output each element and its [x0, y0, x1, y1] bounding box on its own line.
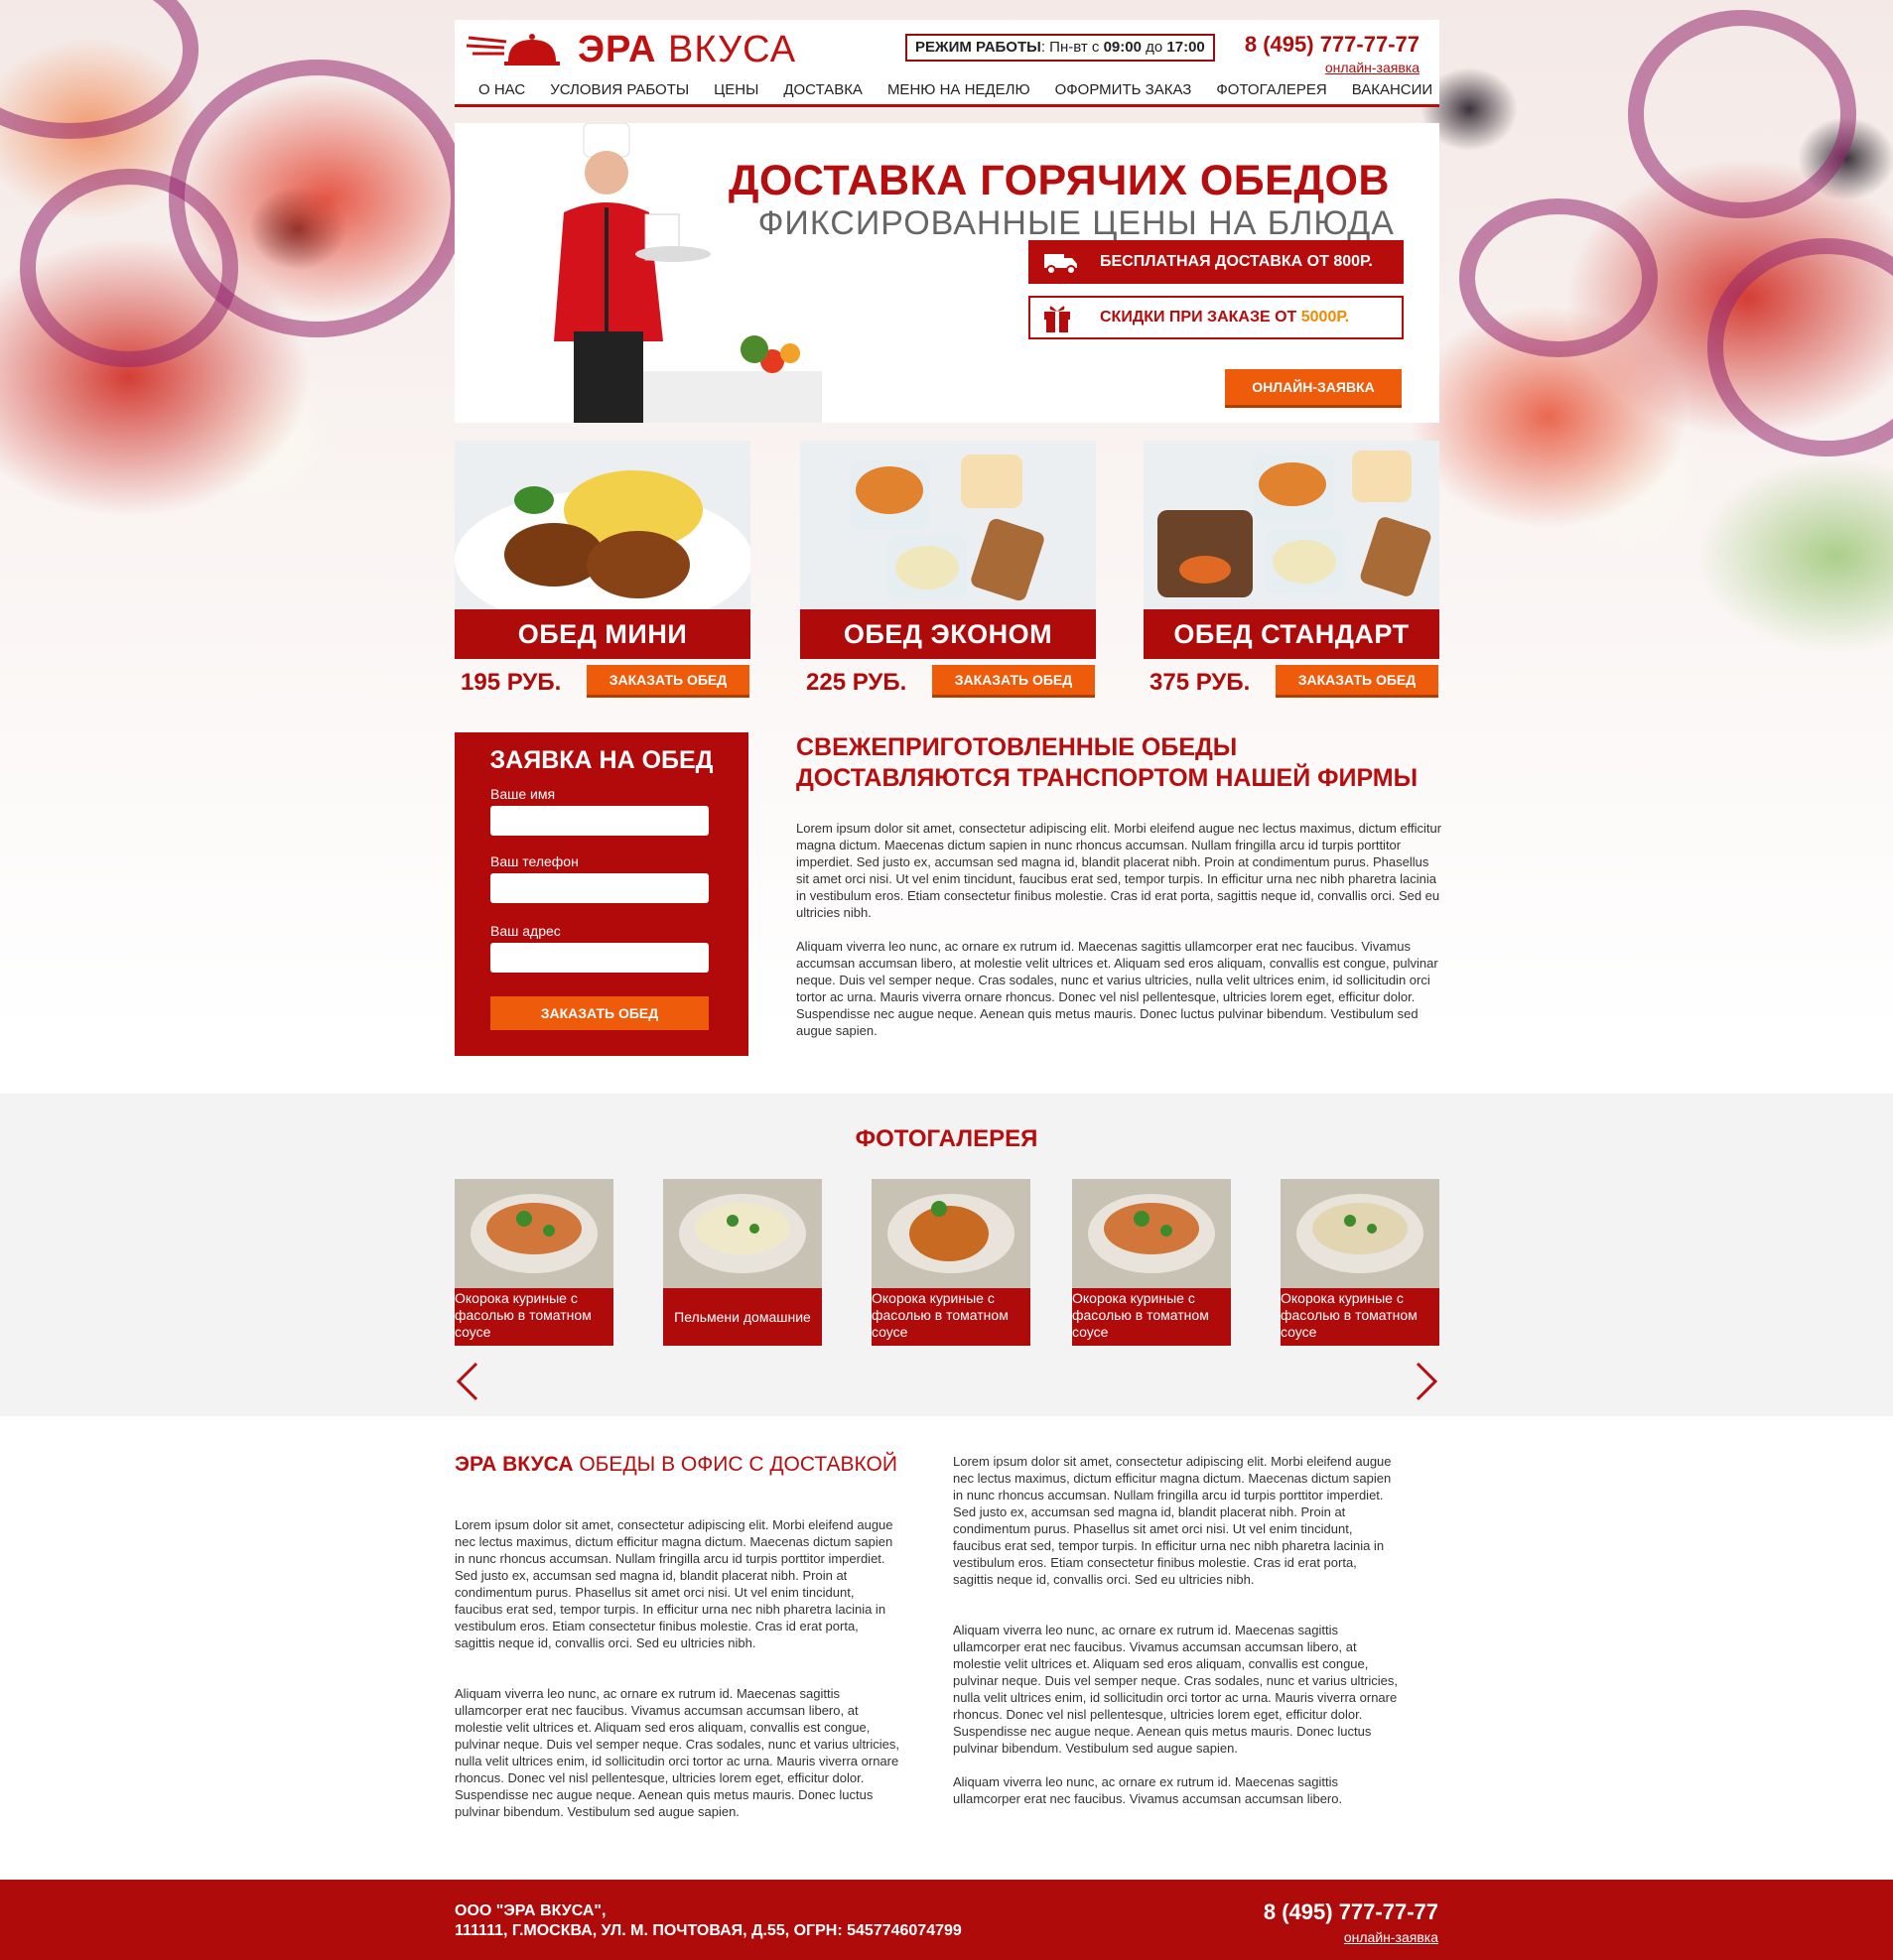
working-hours: РЕЖИМ РАБОТЫ: Пн-вт с 09:00 до 17:00: [905, 34, 1215, 62]
onion-ring-decoration: [1459, 198, 1658, 357]
order-lunch-button[interactable]: ЗАКАЗАТЬ ОБЕД: [932, 665, 1095, 695]
logo-name-bold: ЭРА: [578, 28, 657, 70]
nav-prices[interactable]: ЦЕНЫ: [714, 81, 758, 98]
photo-gallery: ФОТОГАЛЕРЕЯ Окорока куриные с фасолью в …: [0, 1094, 1893, 1416]
about-right-paragraph-3: Aliquam viverra leo nunc, ac ornare ex r…: [953, 1774, 1343, 1806]
header-online-request-link[interactable]: онлайн-заявка: [1325, 60, 1420, 75]
gallery-item[interactable]: Окорока куриные с фасолью в томатном соу…: [872, 1179, 1030, 1346]
address-input[interactable]: [490, 943, 709, 973]
address-label: Ваш адрес: [490, 923, 561, 939]
gallery-caption: Пельмени домашние: [663, 1288, 822, 1346]
nav-terms[interactable]: УСЛОВИЯ РАБОТЫ: [550, 81, 689, 98]
about-right-paragraph-2: Aliquam viverra leo nunc, ac ornare ex r…: [953, 1623, 1399, 1756]
logo-name-light: ВКУСА: [668, 28, 797, 70]
gallery-photo: [663, 1179, 822, 1288]
lunch-name: ОБЕД МИНИ: [455, 609, 750, 659]
gallery-item[interactable]: Окорока куриные с фасолью в томатном соу…: [455, 1179, 613, 1346]
hero-banner: ДОСТАВКА ГОРЯЧИХ ОБЕДОВ ФИКСИРОВАННЫЕ ЦЕ…: [455, 123, 1439, 423]
nav-gallery[interactable]: ФОТОГАЛЕРЕЯ: [1216, 81, 1326, 98]
gallery-caption: Окорока куриные с фасолью в томатном соу…: [455, 1288, 613, 1346]
lunch-card-mini: ОБЕД МИНИ 195 РУБ. ЗАКАЗАТЬ ОБЕД: [455, 441, 750, 696]
discount-badge: СКИДКИ ПРИ ЗАКАЗЕ ОТ 5000Р.: [1028, 296, 1404, 339]
lunch-price: 375 РУБ.: [1149, 669, 1251, 696]
name-input[interactable]: [490, 806, 709, 836]
lunch-card-econom: ОБЕД ЭКОНОМ 225 РУБ. ЗАКАЗАТЬ ОБЕД: [800, 441, 1096, 696]
submit-order-button[interactable]: ЗАКАЗАТЬ ОБЕД: [490, 996, 709, 1030]
fresh-paragraph-1: Lorem ipsum dolor sit amet, consectetur …: [796, 821, 1442, 920]
onion-ring-decoration: [1628, 10, 1856, 218]
nav-weekly-menu[interactable]: МЕНЮ НА НЕДЕЛЮ: [887, 81, 1030, 98]
gallery-photo: [1072, 1179, 1231, 1288]
phone-label: Ваш телефон: [490, 853, 579, 869]
lunch-card-standard: ОБЕД СТАНДАРТ 375 РУБ. ЗАКАЗАТЬ ОБЕД: [1144, 441, 1439, 696]
chevron-left-icon[interactable]: [455, 1362, 480, 1401]
hero-subtitle: ФИКСИРОВАННЫЕ ЦЕНЫ НА БЛЮДА: [757, 204, 1395, 242]
discount-text: СКИДКИ ПРИ ЗАКАЗЕ ОТ: [1100, 309, 1301, 326]
gallery-item[interactable]: Пельмени домашние: [663, 1179, 822, 1346]
onion-ring-decoration: [0, 0, 199, 139]
gallery-item[interactable]: Окорока куриные с фасолью в томатном соу…: [1281, 1179, 1439, 1346]
gallery-photo: [1281, 1179, 1439, 1288]
order-lunch-button[interactable]: ЗАКАЗАТЬ ОБЕД: [1276, 665, 1438, 695]
gallery-caption: Окорока куриные с фасолью в томатном соу…: [1281, 1288, 1439, 1346]
footer-company: ООО "ЭРА ВКУСА",: [455, 1902, 607, 1919]
lunch-request-form: ЗАЯВКА НА ОБЕД Ваше имя Ваш телефон Ваш …: [455, 732, 748, 1056]
footer-address-line: 111111, Г.МОСКВА, УЛ. М. ПОЧТОВАЯ, Д.55,…: [455, 1922, 962, 1939]
site-header: ЭРА ВКУСА РЕЖИМ РАБОТЫ: Пн-вт с 09:00 до…: [455, 20, 1439, 107]
lunch-photo: [800, 441, 1096, 609]
gallery-caption: Окорока куриные с фасолью в томатном соу…: [1072, 1288, 1231, 1346]
gallery-photo: [872, 1179, 1030, 1288]
order-lunch-button[interactable]: ЗАКАЗАТЬ ОБЕД: [587, 665, 749, 695]
onion-ring-decoration: [20, 169, 238, 367]
free-delivery-text: БЕСПЛАТНАЯ ДОСТАВКА ОТ 800Р.: [1100, 253, 1373, 270]
fresh-delivery-title: СВЕЖЕПРИГОТОВЛЕННЫЕ ОБЕДЫ ДОСТАВЛЯЮТСЯ Т…: [796, 733, 1419, 792]
name-label: Ваше имя: [490, 786, 556, 802]
lunch-name: ОБЕД ЭКОНОМ: [800, 609, 1096, 659]
lunch-photo: [1144, 441, 1439, 609]
form-title: ЗАЯВКА НА ОБЕД: [489, 746, 714, 774]
logo[interactable]: ЭРА ВКУСА: [465, 28, 796, 71]
lunch-offers: ОБЕД МИНИ 195 РУБ. ЗАКАЗАТЬ ОБЕД ОБЕД ЭК…: [455, 441, 1439, 699]
about-title: ЭРА ВКУСА ОБЕДЫ В ОФИС С ДОСТАВКОЙ: [455, 1453, 897, 1476]
nav-delivery[interactable]: ДОСТАВКА: [783, 81, 863, 98]
footer-online-request-link[interactable]: онлайн-заявка: [1344, 1929, 1438, 1945]
free-delivery-badge: БЕСПЛАТНАЯ ДОСТАВКА ОТ 800Р.: [1028, 240, 1404, 284]
gallery-caption: Окорока куриные с фасолью в томатном соу…: [872, 1288, 1030, 1346]
lunch-photo: [455, 441, 750, 609]
gallery-photo: [455, 1179, 613, 1288]
lunch-price: 195 РУБ.: [461, 669, 562, 696]
onion-ring-decoration: [1707, 238, 1893, 457]
about-right-paragraph-1: Lorem ipsum dolor sit amet, consectetur …: [953, 1454, 1392, 1587]
phone-input[interactable]: [490, 873, 709, 903]
gallery-item[interactable]: Окорока куриные с фасолью в томатном соу…: [1072, 1179, 1231, 1346]
lunch-price: 225 РУБ.: [806, 669, 907, 696]
hero-title: ДОСТАВКА ГОРЯЧИХ ОБЕДОВ: [728, 157, 1390, 204]
footer-address: ООО "ЭРА ВКУСА", 111111, Г.МОСКВА, УЛ. М…: [455, 1901, 962, 1941]
discount-value: 5000Р.: [1300, 309, 1350, 326]
header-phone[interactable]: 8 (495) 777-77-77: [1245, 32, 1420, 58]
gallery-title: ФОТОГАЛЕРЕЯ: [855, 1125, 1038, 1152]
about-left-paragraph-2: Aliquam viverra leo nunc, ac ornare ex r…: [455, 1686, 900, 1819]
lunch-name: ОБЕД СТАНДАРТ: [1144, 609, 1439, 659]
nav-vacancies[interactable]: ВАКАНСИИ: [1352, 81, 1432, 98]
main-nav: О НАС УСЛОВИЯ РАБОТЫ ЦЕНЫ ДОСТАВКА МЕНЮ …: [478, 81, 1432, 98]
about-left-paragraph-1: Lorem ipsum dolor sit amet, consectetur …: [455, 1517, 893, 1650]
nav-about[interactable]: О НАС: [478, 81, 525, 98]
gift-icon: [1044, 306, 1070, 332]
chevron-right-icon[interactable]: [1414, 1362, 1439, 1401]
footer-phone[interactable]: 8 (495) 777-77-77: [1264, 1899, 1438, 1925]
cloche-icon: [466, 34, 560, 65]
online-request-button[interactable]: ОНЛАЙН-ЗАЯВКА: [1225, 369, 1402, 405]
nav-place-order[interactable]: ОФОРМИТЬ ЗАКАЗ: [1055, 81, 1192, 98]
site-footer: ООО "ЭРА ВКУСА", 111111, Г.МОСКВА, УЛ. М…: [0, 1880, 1893, 1960]
delivery-truck-icon: [1044, 254, 1077, 275]
fresh-paragraph-2: Aliquam viverra leo nunc, ac ornare ex r…: [796, 939, 1438, 1038]
